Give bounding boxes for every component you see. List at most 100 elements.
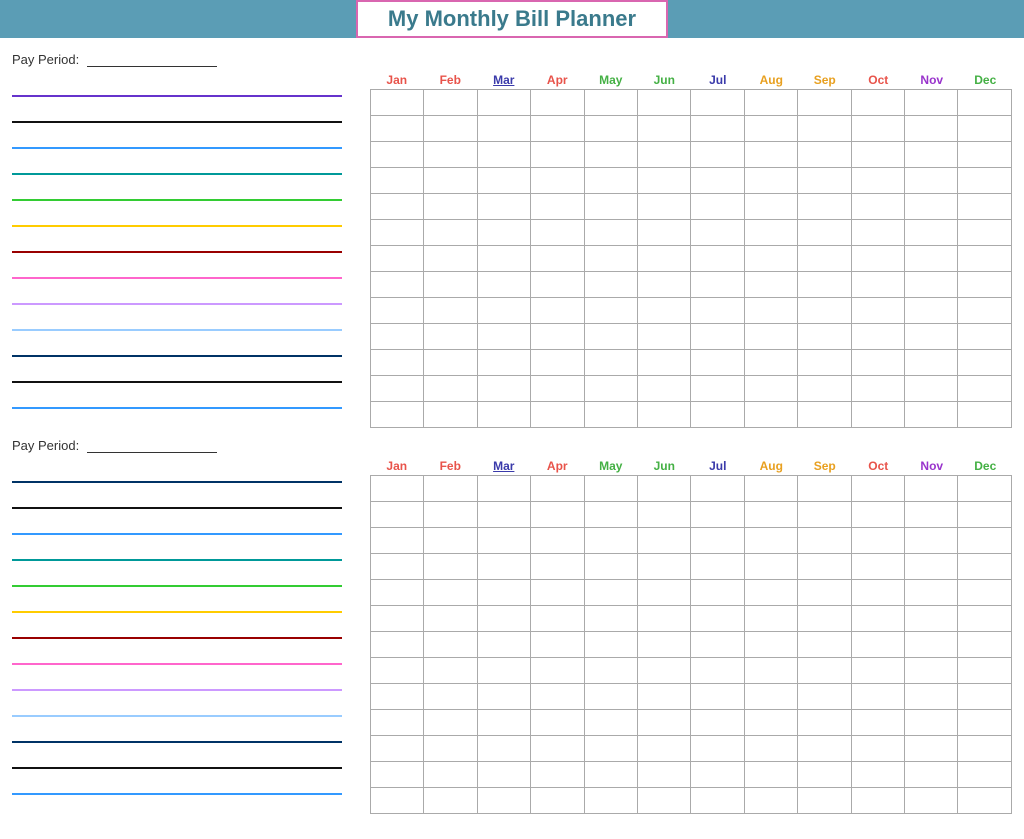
grid-cell[interactable] <box>424 736 477 762</box>
grid-cell[interactable] <box>691 476 744 502</box>
grid-cell[interactable] <box>584 658 637 684</box>
grid-cell[interactable] <box>584 580 637 606</box>
grid-cell[interactable] <box>798 632 851 658</box>
grid-cell[interactable] <box>744 142 797 168</box>
grid-cell[interactable] <box>851 632 904 658</box>
grid-cell[interactable] <box>531 684 584 710</box>
grid-cell[interactable] <box>477 606 530 632</box>
grid-cell[interactable] <box>691 502 744 528</box>
grid-cell[interactable] <box>477 684 530 710</box>
grid-cell[interactable] <box>744 194 797 220</box>
grid-cell[interactable] <box>958 580 1012 606</box>
grid-cell[interactable] <box>744 298 797 324</box>
grid-cell[interactable] <box>371 762 424 788</box>
grid-cell[interactable] <box>905 324 958 350</box>
grid-cell[interactable] <box>371 298 424 324</box>
grid-cell[interactable] <box>851 580 904 606</box>
grid-cell[interactable] <box>638 736 691 762</box>
grid-cell[interactable] <box>371 246 424 272</box>
grid-cell[interactable] <box>638 298 691 324</box>
grid-cell[interactable] <box>531 272 584 298</box>
grid-cell[interactable] <box>371 220 424 246</box>
section1-table[interactable] <box>370 89 1012 428</box>
grid-cell[interactable] <box>477 272 530 298</box>
grid-cell[interactable] <box>371 658 424 684</box>
grid-cell[interactable] <box>905 246 958 272</box>
grid-cell[interactable] <box>958 376 1012 402</box>
grid-cell[interactable] <box>424 762 477 788</box>
grid-cell[interactable] <box>798 376 851 402</box>
grid-cell[interactable] <box>371 350 424 376</box>
grid-cell[interactable] <box>958 684 1012 710</box>
grid-cell[interactable] <box>958 194 1012 220</box>
grid-cell[interactable] <box>584 684 637 710</box>
grid-cell[interactable] <box>958 476 1012 502</box>
grid-cell[interactable] <box>584 350 637 376</box>
grid-cell[interactable] <box>798 762 851 788</box>
grid-cell[interactable] <box>691 90 744 116</box>
grid-cell[interactable] <box>477 402 530 428</box>
grid-cell[interactable] <box>691 788 744 814</box>
grid-cell[interactable] <box>691 632 744 658</box>
grid-cell[interactable] <box>851 324 904 350</box>
grid-cell[interactable] <box>531 246 584 272</box>
grid-cell[interactable] <box>851 376 904 402</box>
grid-cell[interactable] <box>744 736 797 762</box>
grid-cell[interactable] <box>424 246 477 272</box>
grid-cell[interactable] <box>584 246 637 272</box>
grid-cell[interactable] <box>851 684 904 710</box>
grid-cell[interactable] <box>798 580 851 606</box>
grid-cell[interactable] <box>531 142 584 168</box>
grid-cell[interactable] <box>691 736 744 762</box>
grid-cell[interactable] <box>851 272 904 298</box>
grid-cell[interactable] <box>958 298 1012 324</box>
grid-cell[interactable] <box>851 142 904 168</box>
grid-cell[interactable] <box>371 528 424 554</box>
grid-cell[interactable] <box>584 376 637 402</box>
grid-cell[interactable] <box>744 606 797 632</box>
grid-cell[interactable] <box>424 194 477 220</box>
grid-cell[interactable] <box>798 528 851 554</box>
grid-cell[interactable] <box>477 736 530 762</box>
grid-cell[interactable] <box>691 554 744 580</box>
grid-cell[interactable] <box>691 606 744 632</box>
grid-cell[interactable] <box>798 476 851 502</box>
grid-cell[interactable] <box>584 502 637 528</box>
grid-cell[interactable] <box>798 502 851 528</box>
grid-cell[interactable] <box>531 710 584 736</box>
grid-cell[interactable] <box>584 788 637 814</box>
grid-cell[interactable] <box>424 376 477 402</box>
grid-cell[interactable] <box>691 376 744 402</box>
grid-cell[interactable] <box>851 710 904 736</box>
grid-cell[interactable] <box>958 246 1012 272</box>
grid-cell[interactable] <box>638 580 691 606</box>
grid-cell[interactable] <box>477 116 530 142</box>
grid-cell[interactable] <box>691 528 744 554</box>
grid-cell[interactable] <box>531 632 584 658</box>
grid-cell[interactable] <box>851 220 904 246</box>
grid-cell[interactable] <box>477 502 530 528</box>
grid-cell[interactable] <box>798 324 851 350</box>
grid-cell[interactable] <box>424 554 477 580</box>
grid-cell[interactable] <box>531 736 584 762</box>
grid-cell[interactable] <box>905 298 958 324</box>
grid-cell[interactable] <box>905 350 958 376</box>
grid-cell[interactable] <box>477 194 530 220</box>
grid-cell[interactable] <box>638 402 691 428</box>
grid-cell[interactable] <box>744 376 797 402</box>
grid-cell[interactable] <box>371 502 424 528</box>
grid-cell[interactable] <box>371 168 424 194</box>
grid-cell[interactable] <box>531 658 584 684</box>
grid-cell[interactable] <box>905 168 958 194</box>
grid-cell[interactable] <box>584 194 637 220</box>
grid-cell[interactable] <box>691 710 744 736</box>
grid-cell[interactable] <box>958 272 1012 298</box>
grid-cell[interactable] <box>851 736 904 762</box>
grid-cell[interactable] <box>638 168 691 194</box>
grid-cell[interactable] <box>477 142 530 168</box>
grid-cell[interactable] <box>638 554 691 580</box>
grid-cell[interactable] <box>851 476 904 502</box>
grid-cell[interactable] <box>584 554 637 580</box>
grid-cell[interactable] <box>905 502 958 528</box>
grid-cell[interactable] <box>638 684 691 710</box>
